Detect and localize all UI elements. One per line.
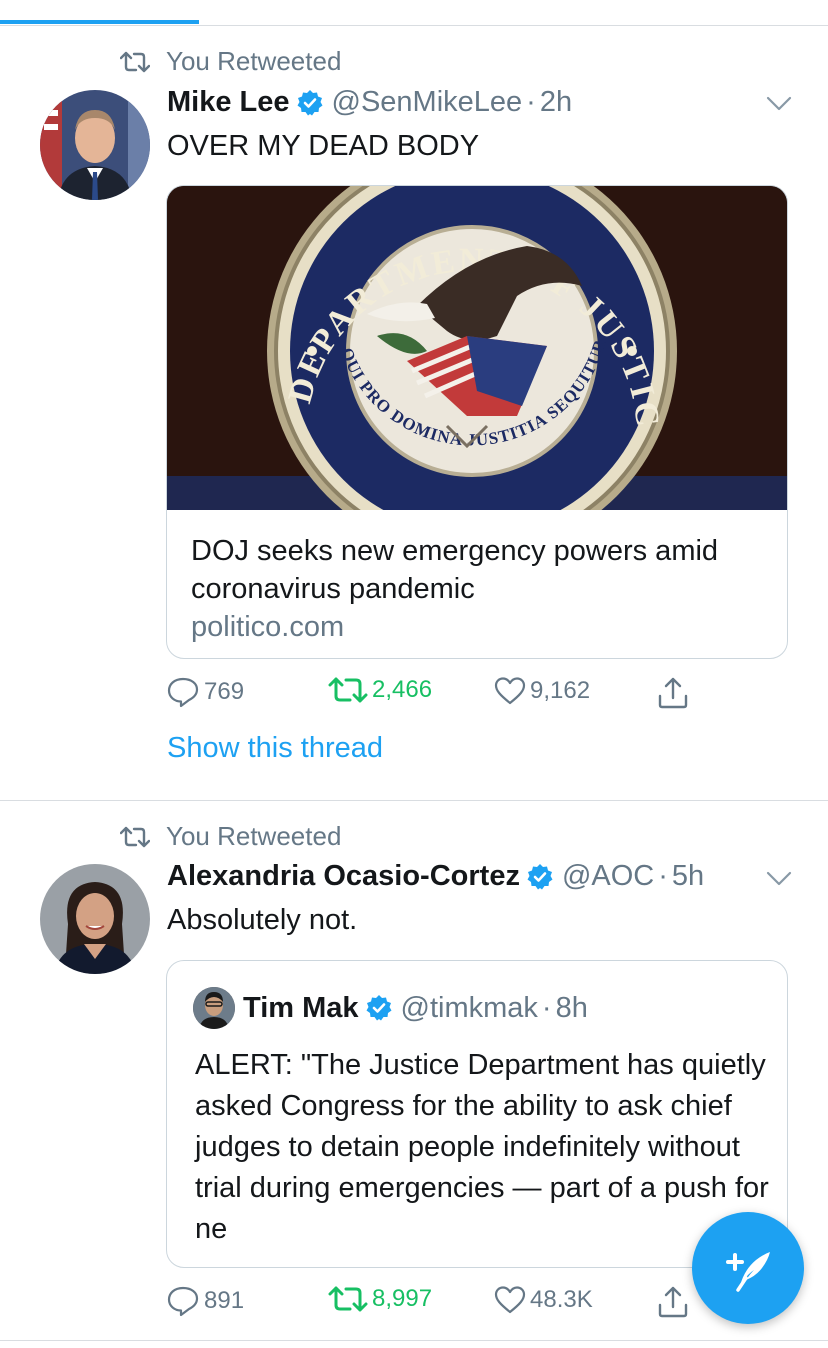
quote-avatar: [193, 987, 235, 1029]
retweet-action[interactable]: 8,997: [328, 1285, 432, 1313]
like-action[interactable]: 48.3K: [494, 1285, 593, 1315]
social-context: You Retweeted: [120, 821, 341, 852]
tweet-actions: 891 8,997 48.3K: [166, 1285, 706, 1325]
tweet-header: Mike Lee @SenMikeLee · 2h: [167, 86, 572, 119]
heart-icon: [494, 677, 526, 705]
tweet-text: OVER MY DEAD BODY: [167, 130, 480, 162]
chevron-down-icon[interactable]: [766, 871, 792, 887]
verified-badge-icon: [365, 994, 393, 1022]
social-context: You Retweeted: [120, 46, 341, 77]
timestamp[interactable]: 5h: [672, 860, 704, 893]
retweet-icon: [120, 826, 150, 847]
social-context-text: You Retweeted: [166, 46, 342, 76]
separator-dot: ·: [658, 860, 668, 892]
quote-author-name: Tim Mak: [243, 991, 359, 1024]
reply-action[interactable]: 769: [166, 676, 244, 708]
quote-header: Tim Mak @timkmak · 8h: [193, 987, 588, 1029]
like-action[interactable]: 9,162: [494, 676, 590, 706]
share-icon: [658, 1286, 688, 1318]
active-tab-indicator: [0, 20, 199, 24]
author-handle[interactable]: @SenMikeLee: [332, 86, 523, 119]
timestamp[interactable]: 2h: [540, 86, 572, 119]
retweet-action[interactable]: 2,466: [328, 676, 432, 704]
avatar[interactable]: [40, 864, 150, 974]
share-action[interactable]: [656, 676, 694, 710]
quote-tweet[interactable]: Tim Mak @timkmak · 8h ALERT: "The Justic…: [166, 960, 788, 1268]
tweet-divider: [0, 1340, 828, 1341]
avatar[interactable]: [40, 90, 150, 200]
quote-text: ALERT: "The Justice Department has quiet…: [195, 1049, 769, 1245]
tweet-actions: 769 2,466 9,162: [166, 676, 706, 716]
author-handle[interactable]: @AOC: [562, 860, 654, 893]
retweet-icon: [328, 1286, 368, 1312]
reply-action[interactable]: 891: [166, 1285, 244, 1317]
like-count: 9,162: [530, 677, 591, 704]
card-image: DEPARTMENT OF JUSTICE QUI PRO DOMINA JUS…: [167, 186, 787, 510]
chevron-down-icon[interactable]: [766, 96, 792, 112]
share-icon: [658, 677, 688, 709]
retweet-count: 8,997: [372, 1285, 433, 1312]
reply-icon: [167, 677, 199, 708]
social-context-text: You Retweeted: [166, 821, 342, 851]
separator-dot: ·: [541, 991, 552, 1024]
reply-count: 769: [204, 678, 245, 705]
compose-tweet-button[interactable]: [692, 1212, 804, 1324]
show-thread-link[interactable]: Show this thread: [167, 732, 383, 765]
reply-count: 891: [204, 1287, 245, 1314]
reply-icon: [167, 1286, 199, 1317]
tweet[interactable]: You Retweeted Mike Lee @SenMikeLee · 2h …: [0, 26, 828, 800]
tweet-header: Alexandria Ocasio-Cortez @AOC · 5h: [167, 860, 704, 893]
retweet-count: 2,466: [372, 676, 433, 703]
tweet-text: Absolutely not.: [167, 904, 358, 936]
share-action[interactable]: [656, 1285, 694, 1319]
retweet-icon: [328, 677, 368, 703]
heart-icon: [494, 1286, 526, 1314]
card-title: DOJ seeks new emergency powers amid coro…: [191, 535, 719, 605]
quote-author-handle: @timkmak: [400, 991, 538, 1024]
top-bar: [0, 0, 828, 26]
retweet-icon: [120, 51, 150, 72]
verified-badge-icon: [526, 863, 554, 891]
link-card[interactable]: DEPARTMENT OF JUSTICE QUI PRO DOMINA JUS…: [166, 185, 788, 659]
like-count: 48.3K: [530, 1286, 593, 1313]
author-name[interactable]: Alexandria Ocasio-Cortez: [167, 860, 520, 893]
card-domain: politico.com: [191, 611, 345, 643]
quote-timestamp: 8h: [555, 991, 588, 1024]
verified-badge-icon: [296, 89, 324, 117]
compose-tweet-icon: [726, 1252, 770, 1292]
author-name[interactable]: Mike Lee: [167, 86, 290, 119]
separator-dot: ·: [526, 86, 536, 118]
